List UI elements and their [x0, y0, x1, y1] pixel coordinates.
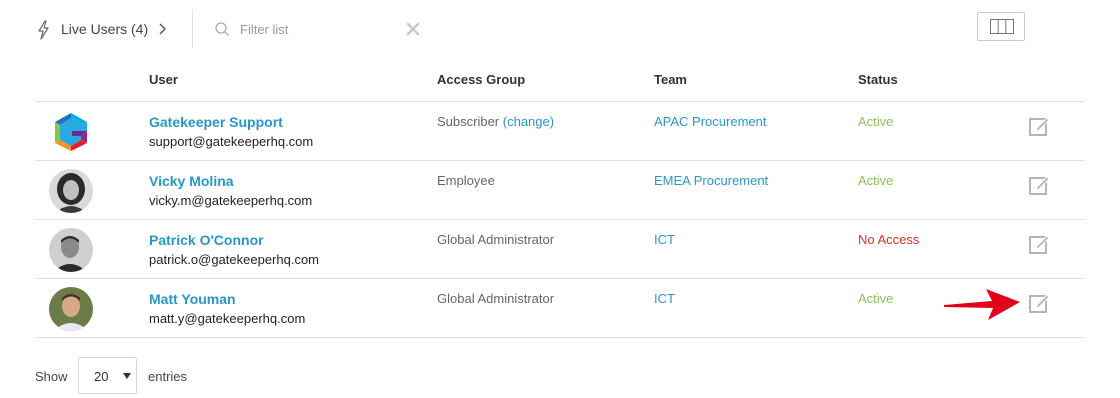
- column-header-team[interactable]: Team: [654, 72, 687, 88]
- edit-icon[interactable]: [1028, 174, 1050, 196]
- user-photo-icon: [49, 228, 93, 272]
- user-email: support@gatekeeperhq.com: [149, 134, 314, 149]
- gatekeeper-logo-icon: [55, 113, 87, 151]
- entries-value: 20: [94, 369, 109, 384]
- search-icon: [215, 22, 229, 36]
- status-badge: Active: [858, 114, 894, 129]
- access-group-value: Employee: [437, 173, 495, 188]
- table-row: Matt Youman matt.y@gatekeeperhq.com Glob…: [35, 279, 1085, 338]
- access-group: Subscriber (change): [437, 114, 554, 130]
- user-name-link[interactable]: Gatekeeper Support: [149, 113, 283, 131]
- access-group-value: Global Administrator: [437, 232, 555, 247]
- access-group-value: Global Administrator: [437, 291, 555, 306]
- filter-input[interactable]: [240, 18, 395, 40]
- lightning-bolt-icon: [38, 20, 49, 40]
- table-row: Vicky Molina vicky.m@gatekeeperhq.com Em…: [35, 161, 1085, 220]
- user-name-link[interactable]: Patrick O'Connor: [149, 231, 264, 249]
- entries-label: entries: [148, 369, 188, 384]
- access-group-value: Subscriber: [437, 114, 500, 129]
- column-header-status[interactable]: Status: [858, 72, 898, 88]
- edit-icon[interactable]: [1028, 233, 1050, 255]
- toolbar-divider: [192, 10, 193, 48]
- table-header: User Access Group Team Status: [35, 60, 1085, 102]
- team-link[interactable]: APAC Procurement: [654, 114, 766, 130]
- avatar: [49, 287, 93, 331]
- team-link[interactable]: ICT: [654, 232, 675, 248]
- avatar: [49, 110, 93, 154]
- user-name-link[interactable]: Vicky Molina: [149, 172, 234, 190]
- red-arrow-icon: [944, 289, 1020, 320]
- table-row: Gatekeeper Support support@gatekeeperhq.…: [35, 102, 1085, 161]
- show-label: Show: [35, 369, 68, 384]
- team-link[interactable]: ICT: [654, 291, 675, 307]
- list-toolbar: Live Users (4): [0, 0, 1120, 58]
- user-email: patrick.o@gatekeeperhq.com: [149, 252, 320, 267]
- user-name-link[interactable]: Matt Youman: [149, 290, 236, 308]
- user-photo-icon: [49, 169, 93, 213]
- columns-icon: [990, 19, 1014, 34]
- team-link[interactable]: EMEA Procurement: [654, 173, 768, 189]
- user-email: vicky.m@gatekeeperhq.com: [149, 193, 313, 208]
- close-icon[interactable]: [404, 20, 422, 38]
- avatar: [49, 169, 93, 213]
- status-badge: Active: [858, 173, 894, 188]
- live-users-dropdown-label[interactable]: Live Users (4): [61, 20, 148, 38]
- user-email: matt.y@gatekeeperhq.com: [149, 311, 306, 326]
- caret-down-icon: [123, 373, 131, 379]
- column-header-access-group[interactable]: Access Group: [437, 72, 525, 88]
- user-photo-icon: [49, 287, 93, 331]
- edit-icon[interactable]: [1028, 292, 1050, 314]
- status-badge: Active: [858, 291, 894, 306]
- entries-per-page-select[interactable]: 20: [78, 357, 137, 394]
- table-footer: Show 20 entries: [35, 357, 435, 395]
- users-table: User Access Group Team Status Gatekeeper…: [35, 60, 1085, 338]
- chevron-right-icon[interactable]: [158, 20, 168, 38]
- avatar: [49, 228, 93, 272]
- columns-toggle-button[interactable]: [977, 12, 1025, 41]
- table-row: Patrick O'Connor patrick.o@gatekeeperhq.…: [35, 220, 1085, 279]
- change-access-link[interactable]: (change): [503, 114, 554, 129]
- status-badge: No Access: [858, 232, 920, 247]
- edit-icon[interactable]: [1028, 115, 1050, 137]
- column-header-user[interactable]: User: [149, 72, 178, 88]
